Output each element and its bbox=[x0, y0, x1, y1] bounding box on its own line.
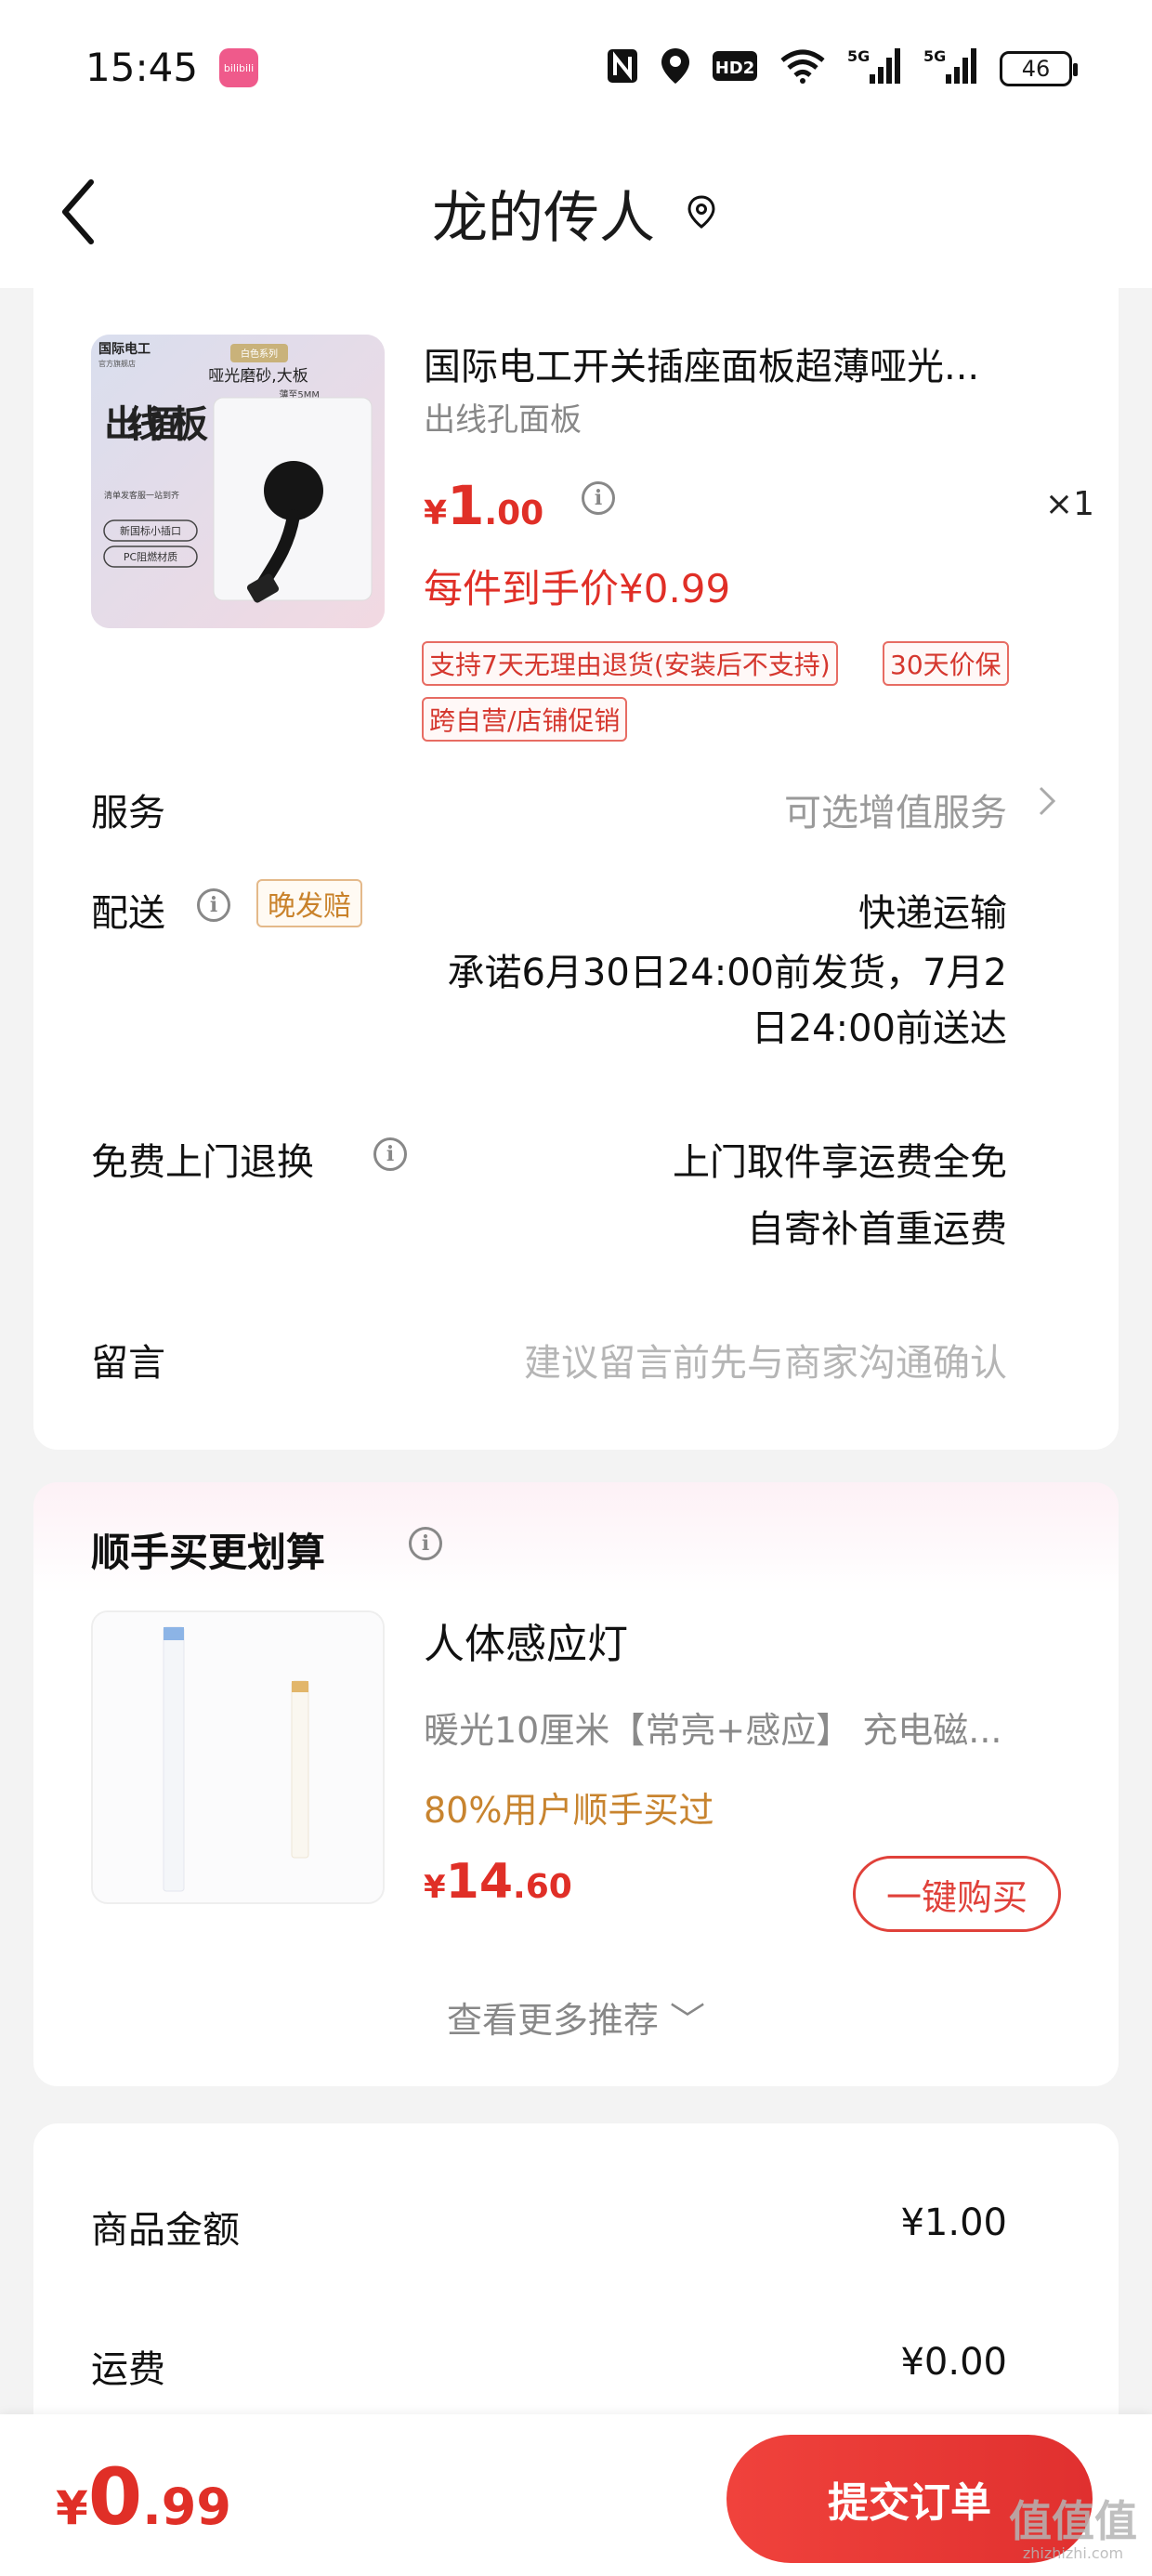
svg-text:新国标小插口: 新国标小插口 bbox=[120, 524, 181, 537]
delivery-promise-line1: 承诺6月30日24:00前发货，7月2 bbox=[447, 952, 1007, 994]
service-label: 服务 bbox=[91, 792, 165, 835]
battery-indicator: 46 bbox=[1000, 51, 1078, 86]
recommend-product-spec[interactable]: 暖光10厘米【常亮+感应】 充电磁... bbox=[424, 1702, 1093, 1753]
return-line2: 自寄补首重运费 bbox=[747, 1208, 1007, 1251]
one-click-buy-button[interactable]: 一键购买 bbox=[853, 1856, 1061, 1932]
delivery-method[interactable]: 快递运输 bbox=[858, 883, 1007, 937]
svg-text:PC阻燃材质: PC阻燃材质 bbox=[124, 550, 177, 563]
address-selector[interactable]: 龙的传人 bbox=[0, 173, 1152, 254]
deal-price: 每件到手价¥0.99 bbox=[424, 566, 731, 611]
delivery-label: 配送 bbox=[91, 892, 165, 935]
price-currency: ¥ bbox=[424, 1869, 446, 1906]
checkout-bar: ¥ 0 .99 提交订单 值值值 zhizhizhi.com bbox=[0, 2414, 1152, 2576]
page-title: 龙的传人 bbox=[432, 186, 655, 251]
svg-text:国际电工: 国际电工 bbox=[98, 341, 151, 357]
svg-text:官方旗舰店: 官方旗舰店 bbox=[98, 359, 136, 368]
delivery-promise-line2: 日24:00前送达 bbox=[751, 1007, 1007, 1050]
recommend-product-name[interactable]: 人体感应灯 bbox=[424, 1610, 628, 1670]
watermark: 值值值 zhizhizhi.com bbox=[1009, 2500, 1137, 2561]
return-policy-tag: 支持7天无理由退货(安装后不支持) bbox=[422, 641, 838, 686]
recommend-card: 顺手买更划算 i 人体感应灯 暖光10厘米【常亮+感应】 充电磁... 80%用… bbox=[33, 1482, 1119, 2086]
recommend-price: ¥ 14 .60 bbox=[424, 1854, 572, 1910]
svg-text:哑光磨砂,大板: 哑光磨砂,大板 bbox=[208, 367, 308, 386]
order-item-card: 国际电工 官方旗舰店 白色系列 哑光磨砂,大板 薄至5MM 出线面板 清单发客服… bbox=[33, 288, 1119, 1450]
5g-signal-icon: 5G bbox=[923, 46, 979, 91]
price-decimal: .99 bbox=[142, 2477, 231, 2536]
late-compensation-tag: 晚发赔 bbox=[256, 879, 362, 927]
nfc-icon bbox=[606, 47, 639, 90]
price-integer: 14 bbox=[445, 1854, 514, 1910]
watermark-url: zhizhizhi.com bbox=[1022, 2544, 1124, 2562]
nav-bar: 龙的传人 bbox=[0, 139, 1152, 288]
promotion-tag: 跨自营/店铺促销 bbox=[422, 697, 628, 742]
return-label: 免费上门退换 bbox=[91, 1141, 314, 1184]
shipping-value: ¥0.00 bbox=[900, 2341, 1007, 2384]
product-image[interactable]: 国际电工 官方旗舰店 白色系列 哑光磨砂,大板 薄至5MM 出线面板 清单发客服… bbox=[91, 335, 385, 628]
bilibili-app-icon: bilibili bbox=[219, 48, 258, 87]
svg-text:5G: 5G bbox=[923, 47, 946, 65]
return-line1: 上门取件享运费全免 bbox=[673, 1141, 1007, 1184]
price-integer: 1 bbox=[447, 474, 485, 537]
price-decimal: .60 bbox=[513, 1868, 572, 1906]
price-decimal: .00 bbox=[484, 494, 544, 532]
svg-text:HD2: HD2 bbox=[715, 59, 755, 78]
hd2-icon: HD2 bbox=[712, 47, 758, 90]
message-label: 留言 bbox=[91, 1342, 165, 1385]
price-currency: ¥ bbox=[424, 494, 448, 532]
message-input[interactable]: 建议留言前先与商家沟通确认 bbox=[524, 1333, 1007, 1387]
wifi-icon bbox=[779, 47, 827, 90]
price-integer: 0 bbox=[87, 2451, 143, 2543]
status-time: 15:45 bbox=[85, 45, 199, 90]
svg-text:5G: 5G bbox=[847, 47, 870, 65]
service-value: 可选增值服务 bbox=[784, 792, 1007, 835]
see-more-recommendations[interactable]: 查看更多推荐 ﹀ bbox=[33, 1991, 1119, 2043]
recommend-social-proof: 80%用户顺手买过 bbox=[424, 1790, 714, 1831]
product-price: ¥ 1 .00 bbox=[424, 474, 543, 537]
location-icon bbox=[660, 46, 691, 91]
shipping-label: 运费 bbox=[91, 2348, 165, 2391]
total-price: ¥ 0 .99 bbox=[56, 2451, 231, 2543]
goods-amount-label: 商品金额 bbox=[91, 2209, 240, 2252]
chevron-right-icon bbox=[1037, 781, 1057, 831]
product-spec: 出线孔面板 bbox=[424, 401, 582, 439]
watermark-text: 值值值 bbox=[1009, 2496, 1137, 2546]
info-icon[interactable]: i bbox=[197, 888, 230, 922]
status-bar: 15:45 bilibili HD2 5G 5G 46 bbox=[0, 0, 1152, 139]
info-icon[interactable]: i bbox=[409, 1527, 442, 1560]
location-pin-icon bbox=[683, 193, 720, 234]
recommend-title: 顺手买更划算 bbox=[91, 1530, 326, 1575]
svg-text:清单发客服一站到齐: 清单发客服一站到齐 bbox=[104, 490, 179, 501]
recommend-product-image[interactable] bbox=[91, 1610, 385, 1904]
goods-amount-value: ¥1.00 bbox=[900, 2201, 1007, 2244]
info-icon[interactable]: i bbox=[373, 1137, 407, 1171]
product-title[interactable]: 国际电工开关插座面板超薄哑光... bbox=[424, 336, 1074, 390]
price-currency: ¥ bbox=[56, 2481, 88, 2535]
price-protect-tag: 30天价保 bbox=[883, 641, 1009, 686]
product-quantity: ×1 bbox=[1044, 485, 1094, 523]
status-icons: HD2 5G 5G 46 bbox=[606, 45, 1078, 93]
info-icon[interactable]: i bbox=[582, 481, 615, 515]
svg-text:出线面板: 出线面板 bbox=[104, 403, 208, 446]
svg-text:白色系列: 白色系列 bbox=[241, 348, 278, 360]
5g-signal-icon: 5G bbox=[847, 46, 903, 91]
